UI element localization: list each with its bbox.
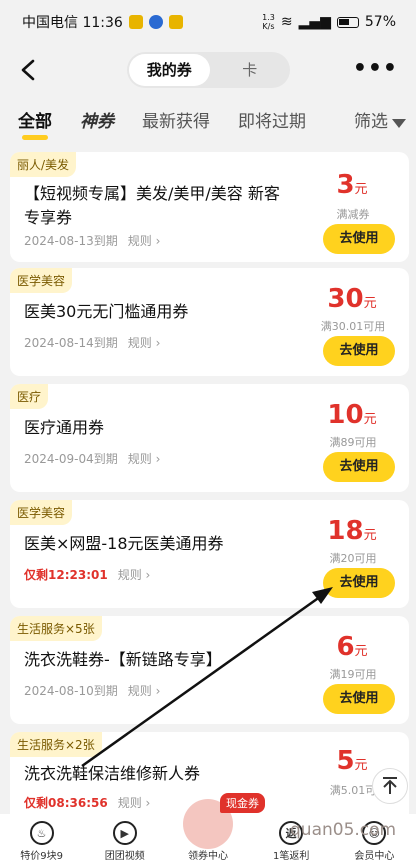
coupon-condition: 满89可用: [329, 436, 377, 449]
coupon-condition: 满30.01可用: [320, 320, 386, 333]
coupon-category-tag: 医疗: [10, 384, 49, 409]
back-to-top-button[interactable]: [372, 768, 408, 804]
coupon-card: 医疗 医疗通用券 2024-09-04到期 规则 › 10元 满89可用 去使用: [10, 384, 409, 492]
coupon-amount: 6元: [336, 632, 368, 662]
back-button[interactable]: [14, 56, 42, 84]
coupon-condition: 满20可用: [329, 552, 377, 565]
coupon-rule-link[interactable]: 规则 ›: [128, 336, 161, 350]
coupon-amount: 18元: [327, 516, 377, 546]
tab-all[interactable]: 全部: [18, 104, 52, 140]
filter-tabs: 全部 神券 最新获得 即将过期 筛选: [0, 98, 416, 146]
coupon-rule-link[interactable]: 规则 ›: [128, 452, 161, 466]
use-coupon-button[interactable]: 去使用: [323, 684, 395, 714]
coupon-rule-link[interactable]: 规则 ›: [118, 796, 151, 810]
coupon-meta: 2024-08-14到期 规则 ›: [24, 334, 160, 351]
coupon-condition: 满减券: [336, 208, 370, 221]
coupon-category-tag: 医学美容: [10, 268, 73, 293]
coupon-countdown: 仅剩12:23:01: [24, 568, 108, 582]
coupon-rule-link[interactable]: 规则 ›: [128, 684, 161, 698]
nav-video[interactable]: ▶ 团团视频: [90, 821, 160, 862]
coupon-category-tag: 生活服务×2张: [10, 732, 102, 757]
coupon-meta: 仅剩08:36:56 规则 ›: [24, 794, 150, 811]
use-coupon-button[interactable]: 去使用: [323, 452, 395, 482]
coupon-title: 【短视频专属】美发/美甲/美容 新客专享券: [24, 184, 280, 227]
tab-filter[interactable]: 筛选: [354, 104, 406, 140]
use-coupon-button[interactable]: 去使用: [323, 224, 395, 254]
coupon-card: 生活服务×5张 洗衣洗鞋券-【新链路专享】 2024-08-10到期 规则 › 6…: [10, 616, 409, 724]
watermark: quan05.com: [290, 820, 397, 840]
signal-icon: ▂▄▆: [298, 14, 331, 30]
carrier-time: 中国电信 11:36: [22, 15, 123, 31]
coupon-category-tag: 生活服务×5张: [10, 616, 102, 641]
coupon-meta: 2024-08-13到期 规则 ›: [24, 232, 160, 249]
coupon-amount: 10元: [327, 400, 377, 430]
tab-expiring[interactable]: 即将过期: [238, 104, 306, 140]
app-icon: [148, 15, 163, 29]
segment-my-coupons[interactable]: 我的券: [129, 54, 210, 86]
coupon-expiry: 2024-09-04到期: [24, 452, 118, 466]
filter-icon: [392, 118, 406, 128]
segment-cards[interactable]: 卡: [210, 54, 291, 86]
more-dots-icon[interactable]: •••: [353, 56, 398, 81]
battery-level: 57%: [364, 14, 396, 30]
coupon-title: 洗衣洗鞋保洁维修新人券: [24, 764, 201, 783]
coupon-expiry: 2024-08-14到期: [24, 336, 118, 350]
app-icon-2: [168, 15, 183, 29]
notification-icon: [128, 15, 143, 29]
coupon-title: 医疗通用券: [24, 418, 105, 437]
coupon-amount: 30元: [327, 284, 377, 314]
coupon-expiry: 2024-08-13到期: [24, 234, 118, 248]
play-icon: ▶: [112, 821, 137, 845]
arrow-up-icon: [383, 777, 397, 794]
coupon-rule-link[interactable]: 规则 ›: [118, 568, 151, 582]
coupon-title: 医美×网盟-18元医美通用券: [24, 534, 224, 553]
battery-icon: [336, 16, 359, 28]
tab-god-coupon[interactable]: 神券: [80, 104, 114, 140]
status-bar: 中国电信 11:36 1.3 K/s ≋ ▂▄▆ 57%: [0, 0, 416, 44]
coupon-card: 医学美容 医美×网盟-18元医美通用券 仅剩12:23:01 规则 › 18元 满…: [10, 500, 409, 608]
coupon-meta: 2024-09-04到期 规则 ›: [24, 450, 160, 467]
cash-coupon-badge: 现金券: [220, 793, 265, 813]
coupon-meta: 仅剩12:23:01 规则 ›: [24, 566, 150, 583]
coupon-card: 医学美容 医美30元无门槛通用券 2024-08-14到期 规则 › 30元 满3…: [10, 268, 409, 376]
flame-icon: ♨: [29, 821, 54, 845]
coupon-countdown: 仅剩08:36:56: [24, 796, 108, 810]
nav-bargain[interactable]: ♨ 特价9块9: [7, 821, 77, 862]
net-speed: 1.3 K/s: [262, 13, 275, 31]
coupon-rule-link[interactable]: 规则 ›: [128, 234, 161, 248]
segment-control: 我的券 卡: [127, 52, 290, 88]
use-coupon-button[interactable]: 去使用: [323, 336, 395, 366]
coupon-list[interactable]: 丽人/美发 【短视频专属】美发/美甲/美容 新客专享券 2024-08-13到期…: [0, 146, 416, 814]
coupon-meta: 2024-08-10到期 规则 ›: [24, 682, 160, 699]
coupon-condition: 满19可用: [329, 668, 377, 681]
coupon-expiry: 2024-08-10到期: [24, 684, 118, 698]
tab-latest[interactable]: 最新获得: [142, 104, 210, 140]
coupon-category-tag: 丽人/美发: [10, 152, 77, 177]
coupon-title: 医美30元无门槛通用券: [24, 302, 189, 321]
coupon-category-tag: 医学美容: [10, 500, 73, 525]
coupon-title: 洗衣洗鞋券-【新链路专享】: [24, 650, 222, 669]
coupon-amount: 3元: [336, 170, 368, 200]
use-coupon-button[interactable]: 去使用: [323, 568, 395, 598]
wifi-icon: ≋: [280, 14, 293, 30]
chevron-left-icon: [21, 59, 35, 81]
coupon-card: 丽人/美发 【短视频专属】美发/美甲/美容 新客专享券 2024-08-13到期…: [10, 152, 409, 262]
top-nav: 我的券 卡 •••: [0, 44, 416, 98]
